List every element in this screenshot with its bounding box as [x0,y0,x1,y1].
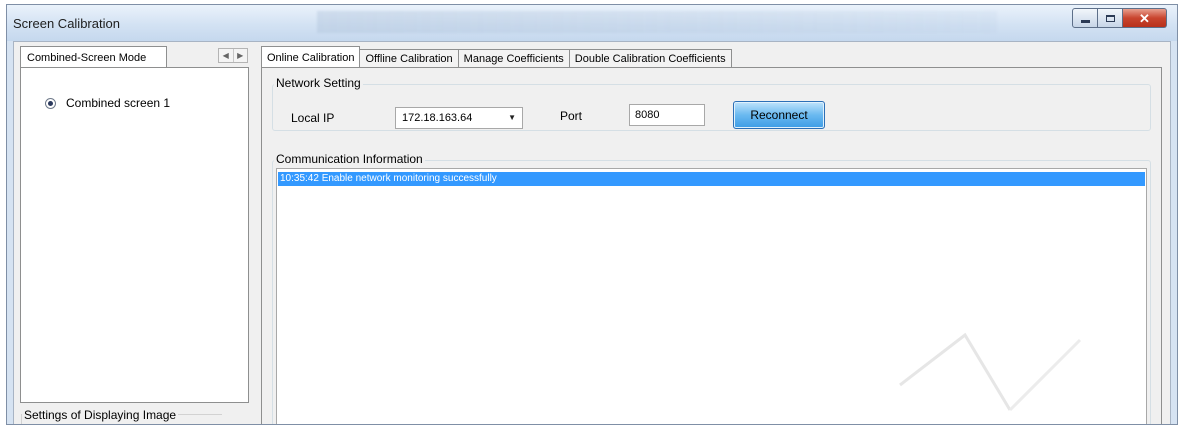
close-icon: ✕ [1139,10,1150,26]
calibration-tabs: Online Calibration Offline Calibration M… [261,46,732,67]
chevron-down-icon: ▼ [508,113,516,122]
tab-offline-calibration[interactable]: Offline Calibration [359,49,459,67]
port-input[interactable]: 8080 [629,104,705,126]
port-label: Port [560,109,583,123]
tab-scroll-buttons: ◀ ▶ [218,48,248,63]
minimize-button[interactable] [1072,8,1098,28]
scroll-left-icon[interactable]: ◀ [219,49,233,62]
maximize-button[interactable] [1098,8,1123,28]
close-button[interactable]: ✕ [1123,8,1167,28]
log-row[interactable]: 10:35:42 Enable network monitoring succe… [278,172,1145,186]
reconnect-button[interactable]: Reconnect [733,101,825,129]
local-ip-label: Local IP [291,111,335,125]
combined-screen-option[interactable]: Combined screen 1 [45,96,170,110]
title-bar[interactable]: Screen Calibration ✕ [7,5,1177,41]
tab-manage-coefficients[interactable]: Manage Coefficients [457,49,570,67]
tab-online-calibration[interactable]: Online Calibration [261,46,361,67]
radio-selected-icon[interactable] [45,97,56,109]
settings-group-title: Settings of Displaying Image [22,408,179,422]
combined-screen-label: Combined screen 1 [66,96,171,110]
maximize-icon [1105,14,1115,22]
communication-title: Communication Information [274,152,425,166]
minimize-icon [1080,19,1090,23]
blurred-background-strip [317,11,997,33]
tab-double-calibration-coefficients[interactable]: Double Calibration Coefficients [568,49,732,67]
combined-screen-list: Combined screen 1 [20,67,249,403]
network-setting-title: Network Setting [274,76,363,90]
local-ip-select[interactable]: 172.18.163.64 ▼ [395,107,523,129]
watermark-lines [899,332,1082,412]
window-title: Screen Calibration [13,16,120,31]
tab-combined-screen-mode[interactable]: Combined-Screen Mode [20,46,167,67]
local-ip-value: 172.18.163.64 [402,112,473,124]
window-controls: ✕ [1072,8,1167,28]
scroll-right-icon[interactable]: ▶ [232,49,248,62]
